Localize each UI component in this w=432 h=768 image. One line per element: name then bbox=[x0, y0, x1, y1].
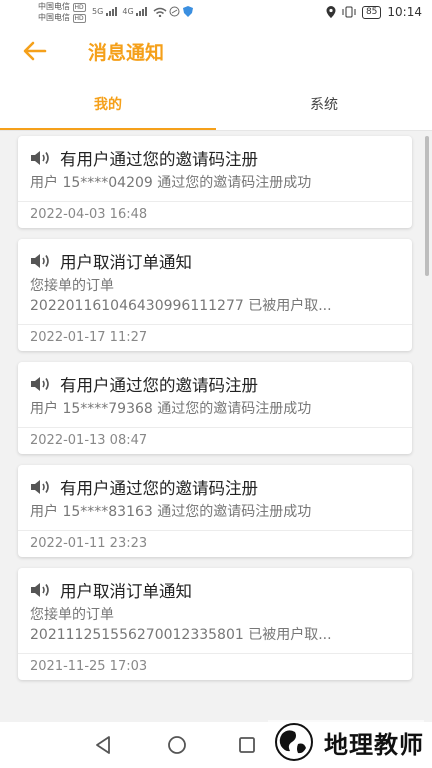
tab-bar: 我的 系统 bbox=[0, 80, 432, 131]
signal-icon bbox=[136, 7, 148, 16]
message-title-row: 有用户通过您的邀请码注册 bbox=[18, 465, 412, 499]
message-content: 用户 15****79368 通过您的邀请码注册成功 bbox=[18, 396, 412, 419]
message-title: 有用户通过您的邀请码注册 bbox=[60, 376, 258, 395]
location-icon bbox=[326, 6, 336, 18]
signal-icon bbox=[105, 7, 117, 16]
nav-home-button[interactable] bbox=[162, 732, 192, 758]
nav-recent-button[interactable] bbox=[232, 732, 262, 758]
message-content: 用户 15****83163 通过您的邀请码注册成功 bbox=[18, 499, 412, 522]
speaker-icon bbox=[31, 480, 49, 494]
scrollbar[interactable] bbox=[425, 136, 429, 276]
message-date: 2022-04-03 16:48 bbox=[18, 201, 412, 228]
list-item[interactable]: 有用户通过您的邀请码注册 用户 15****04209 通过您的邀请码注册成功 … bbox=[18, 136, 412, 228]
message-content: 您接单的订单 20211125155627001233580​1 已被用户取..… bbox=[18, 602, 412, 645]
message-line-1: 您接单的订单 bbox=[30, 278, 114, 294]
message-date: 2022-01-11 23:23 bbox=[18, 530, 412, 557]
message-title: 用户取消订单通知 bbox=[60, 253, 192, 272]
carrier-1-badge: HD bbox=[72, 3, 86, 12]
message-content: 用户 15****04209 通过您的邀请码注册成功 bbox=[18, 170, 412, 193]
vibrate-icon bbox=[342, 6, 356, 18]
message-line-1: 您接单的订单 bbox=[30, 607, 114, 623]
wifi-icon bbox=[153, 7, 167, 17]
message-line-2: 20220116104643099611127​7 已被用户取... bbox=[30, 298, 332, 314]
watermark: 地理教师 bbox=[268, 720, 424, 764]
square-recent-icon bbox=[239, 737, 255, 753]
message-title: 用户取消订单通知 bbox=[60, 582, 192, 601]
globe-logo-icon bbox=[275, 723, 313, 761]
speaker-icon bbox=[31, 583, 49, 597]
tab-system[interactable]: 系统 bbox=[216, 80, 432, 130]
message-title-row: 有用户通过您的邀请码注册 bbox=[18, 362, 412, 396]
data-saver-icon bbox=[169, 6, 180, 17]
message-title-row: 有用户通过您的邀请码注册 bbox=[18, 136, 412, 170]
message-date: 2021-11-25 17:03 bbox=[18, 653, 412, 680]
carrier-info: 中国电信 HD 中国电信 HD bbox=[38, 2, 86, 24]
list-item[interactable]: 用户取消订单通知 您接单的订单 20220116104643099611127​… bbox=[18, 239, 412, 351]
message-line-1: 用户 15****83163 通过您的邀请码注册成功 bbox=[30, 504, 312, 520]
app-header: 消息通知 bbox=[0, 26, 432, 80]
message-title-row: 用户取消订单通知 bbox=[18, 239, 412, 273]
message-line-2: 20211125155627001233580​1 已被用户取... bbox=[30, 627, 332, 643]
status-right: 85 10:14 bbox=[326, 5, 422, 19]
network-type-2: 4G bbox=[122, 7, 134, 16]
message-line-1: 用户 15****04209 通过您的邀请码注册成功 bbox=[30, 175, 312, 191]
clock: 10:14 bbox=[387, 5, 422, 19]
message-content: 您接单的订单 20220116104643099611127​7 已被用户取..… bbox=[18, 273, 412, 316]
arrow-left-icon bbox=[23, 41, 47, 61]
message-title: 有用户通过您的邀请码注册 bbox=[60, 479, 258, 498]
nav-back-button[interactable] bbox=[88, 732, 118, 758]
message-title: 有用户通过您的邀请码注册 bbox=[60, 150, 258, 169]
message-date: 2022-01-13 08:47 bbox=[18, 427, 412, 454]
circle-home-icon bbox=[168, 736, 186, 754]
page-title: 消息通知 bbox=[88, 42, 165, 64]
list-item[interactable]: 有用户通过您的邀请码注册 用户 15****83163 通过您的邀请码注册成功 … bbox=[18, 465, 412, 557]
speaker-icon bbox=[31, 151, 49, 165]
tab-mine[interactable]: 我的 bbox=[0, 80, 216, 130]
network-type-1: 5G bbox=[92, 7, 104, 16]
signal-indicators: 5G 4G bbox=[92, 6, 193, 17]
watermark-text: 地理教师 bbox=[324, 730, 424, 759]
status-bar: 中国电信 HD 中国电信 HD 5G 4G 85 10:14 bbox=[0, 0, 432, 26]
battery-level: 85 bbox=[361, 5, 382, 19]
back-button[interactable] bbox=[20, 36, 50, 66]
speaker-icon bbox=[31, 377, 49, 391]
message-line-1: 用户 15****79368 通过您的邀请码注册成功 bbox=[30, 401, 312, 417]
shield-icon bbox=[182, 6, 193, 17]
carrier-2-badge: HD bbox=[72, 14, 86, 23]
carrier-2: 中国电信 bbox=[38, 13, 70, 22]
message-title-row: 用户取消订单通知 bbox=[18, 568, 412, 602]
speaker-icon bbox=[31, 254, 49, 268]
message-list: 有用户通过您的邀请码注册 用户 15****04209 通过您的邀请码注册成功 … bbox=[18, 136, 414, 691]
message-date: 2022-01-17 11:27 bbox=[18, 324, 412, 351]
carrier-1: 中国电信 bbox=[38, 2, 70, 11]
list-item[interactable]: 有用户通过您的邀请码注册 用户 15****79368 通过您的邀请码注册成功 … bbox=[18, 362, 412, 454]
triangle-back-icon bbox=[96, 736, 110, 754]
list-item[interactable]: 用户取消订单通知 您接单的订单 20211125155627001233580​… bbox=[18, 568, 412, 680]
